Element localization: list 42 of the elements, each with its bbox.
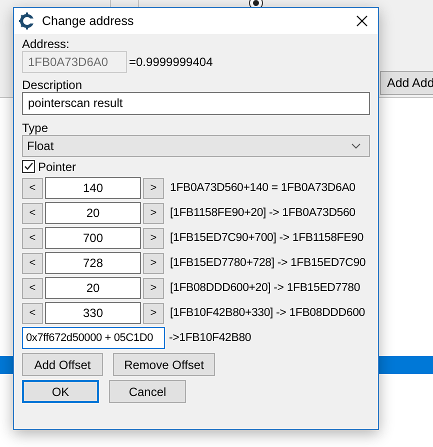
decrease-button[interactable]: < — [22, 202, 43, 224]
increase-button[interactable]: > — [143, 252, 164, 274]
decrease-button[interactable]: < — [22, 228, 43, 248]
offset-field[interactable]: 728 — [45, 252, 141, 274]
decrease-button[interactable]: < — [22, 302, 43, 324]
gear-icon — [18, 12, 36, 30]
offset-result: [1FB10F42B80+330] -> 1FB08DDD600 — [170, 307, 365, 319]
offset-field[interactable]: 700 — [45, 227, 141, 249]
base-result: ->1FB10F42B80 — [169, 332, 252, 344]
offset-field[interactable]: 140 — [45, 177, 141, 199]
increase-button[interactable]: > — [143, 278, 164, 298]
dialog-button[interactable]: Cancel — [109, 380, 186, 403]
offset-button[interactable]: Remove Offset — [113, 353, 215, 376]
offset-result: 1FB0A73D560+140 = 1FB0A73D6A0 — [170, 182, 356, 194]
increase-button[interactable]: > — [143, 202, 164, 224]
offset-result: [1FB15ED7780+728] -> 1FB15ED7C90 — [170, 257, 366, 269]
close-icon[interactable] — [356, 15, 368, 27]
checkbox[interactable] — [22, 160, 35, 173]
chevron-down-icon — [351, 143, 361, 149]
description-field[interactable]: pointerscan result — [22, 92, 370, 115]
description-label: Description — [22, 78, 84, 92]
type-label: Type — [22, 121, 50, 135]
offset-field[interactable]: 330 — [45, 302, 141, 324]
offset-result: [1FB08DDD600+20] -> 1FB15ED7780 — [170, 282, 360, 294]
offset-button[interactable]: Add Offset — [22, 353, 103, 376]
increase-button[interactable]: > — [143, 302, 164, 324]
offset-result: [1FB1158FE90+20] -> 1FB0A73D560 — [170, 207, 356, 219]
base-address-field[interactable]: 0x7ff672d50000 + 05C1D0 — [22, 327, 165, 349]
window-title: Change address — [42, 14, 135, 28]
increase-button[interactable]: > — [143, 228, 164, 248]
offset-field[interactable]: 20 — [45, 202, 141, 224]
type-dropdown[interactable]: Float — [22, 135, 370, 157]
increase-button[interactable]: > — [143, 178, 164, 198]
address-value: =0.9999999404 — [129, 55, 213, 69]
offset-result: [1FB15ED7C90+700] -> 1FB1158FE90 — [170, 232, 364, 244]
decrease-button[interactable]: < — [22, 278, 43, 298]
checkbox-label: Pointer — [38, 160, 76, 174]
decrease-button[interactable]: < — [22, 178, 43, 198]
address-label: Address: — [22, 37, 70, 51]
offset-field[interactable]: 20 — [45, 277, 141, 299]
decrease-button[interactable]: < — [22, 252, 43, 274]
dialog-button[interactable]: OK — [22, 380, 99, 403]
